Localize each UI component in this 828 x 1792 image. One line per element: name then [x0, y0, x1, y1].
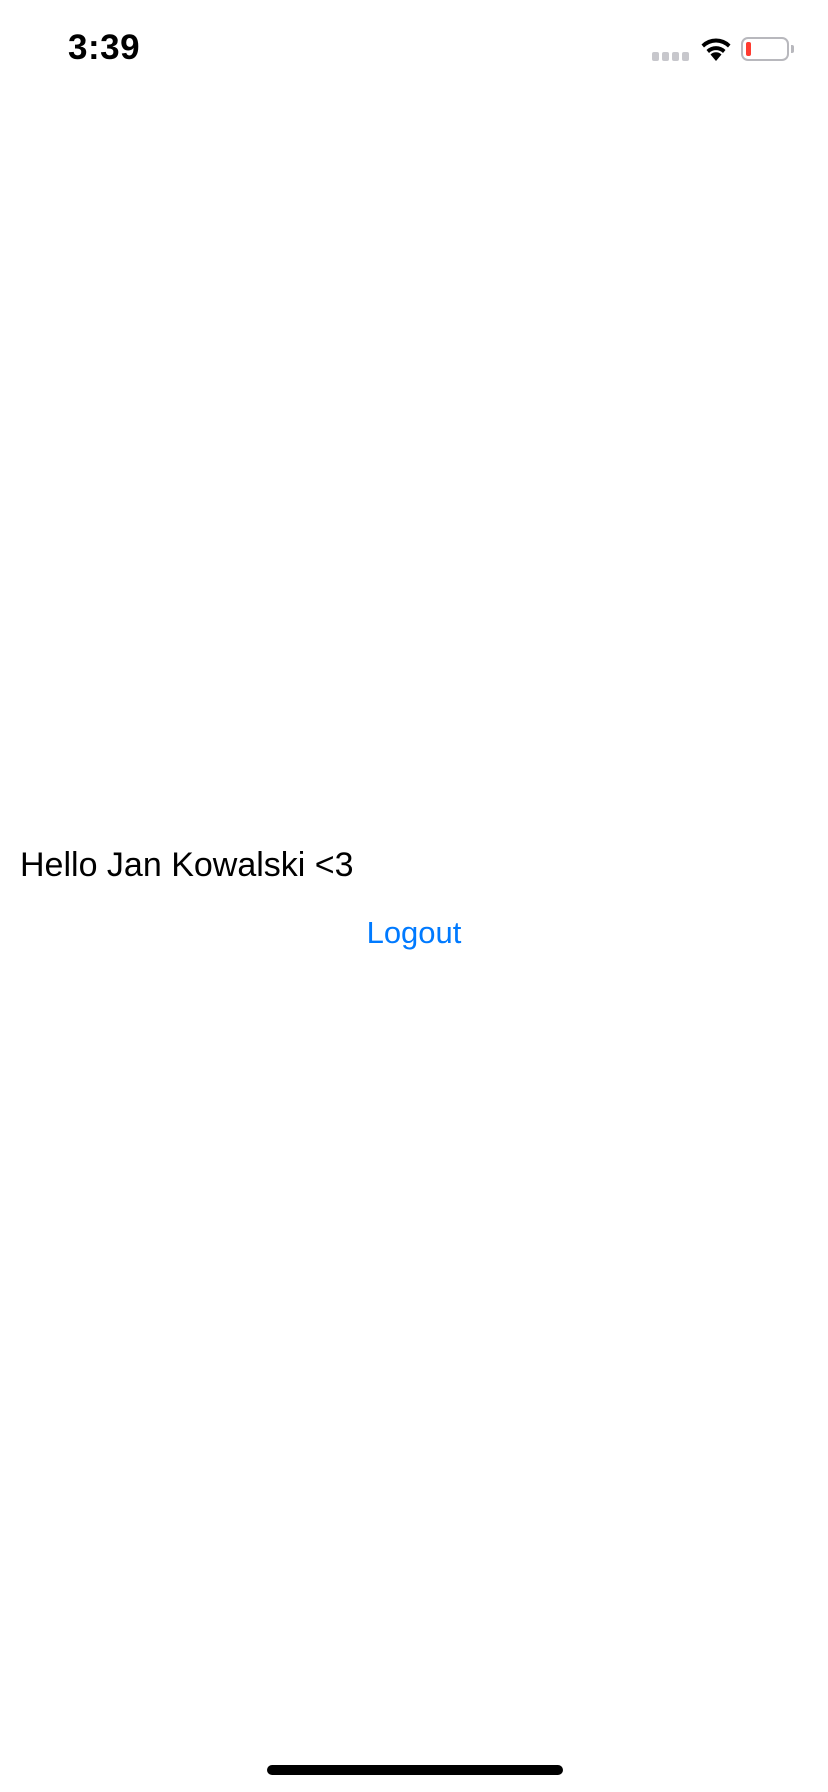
wifi-icon [699, 36, 733, 67]
status-time: 3:39 [68, 28, 141, 67]
battery-cap [791, 45, 794, 53]
greeting-label: Hello Jan Kowalski <3 [20, 846, 354, 884]
battery-level-fill [746, 42, 751, 56]
status-bar: 3:39 [0, 0, 828, 100]
home-indicator[interactable] [267, 1765, 563, 1775]
battery-icon [741, 37, 789, 61]
logout-button[interactable]: Logout [0, 915, 828, 951]
cellular-signal-icon [652, 52, 689, 61]
